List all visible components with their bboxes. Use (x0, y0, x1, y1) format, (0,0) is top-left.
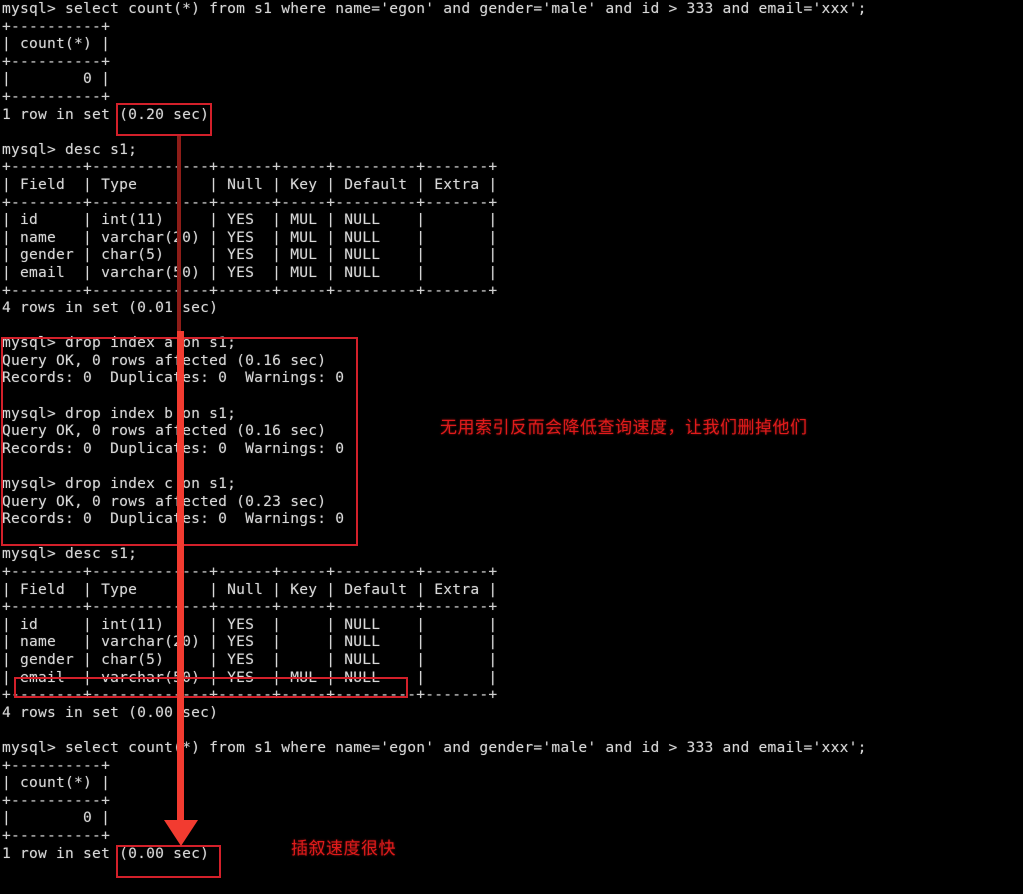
terminal-line: | Field | Type | Null | Key | Default | … (2, 175, 498, 193)
terminal-line: +--------+-------------+------+-----+---… (2, 193, 498, 211)
terminal-line: mysql> desc s1; (2, 545, 138, 563)
terminal-line: +----------+ (2, 17, 111, 35)
terminal-line: Query OK, 0 rows affected (0.23 sec) (2, 492, 327, 510)
terminal-line: 1 row in set (0.00 sec) (2, 844, 210, 862)
terminal-line: | name | varchar(20) | YES | | NULL | | (2, 633, 498, 651)
terminal-line: | gender | char(5) | YES | MUL | NULL | … (2, 246, 498, 264)
terminal-line: | Field | Type | Null | Key | Default | … (2, 580, 498, 598)
terminal-line: | email | varchar(50) | YES | MUL | NULL… (2, 263, 498, 281)
terminal-line: +--------+-------------+------+-----+---… (2, 281, 498, 299)
terminal-line: +--------+-------------+------+-----+---… (2, 563, 498, 580)
terminal-line: | 0 | (2, 70, 111, 88)
terminal-line: Records: 0 Duplicates: 0 Warnings: 0 (2, 439, 345, 457)
terminal-line: mysql> select count(*) from s1 where nam… (2, 738, 867, 756)
annotation-drop-indexes: 无用索引反而会降低查询速度，让我们删掉他们 (440, 418, 808, 438)
terminal-line: Records: 0 Duplicates: 0 Warnings: 0 (2, 510, 345, 528)
terminal-line: | count(*) | (2, 774, 111, 792)
terminal-line: +--------+-------------+------+-----+---… (2, 686, 498, 704)
terminal-line: +----------+ (2, 87, 111, 105)
terminal-line: | 0 | (2, 809, 111, 827)
terminal-line: mysql> drop index a on s1; (2, 334, 237, 352)
terminal-line: +----------+ (2, 826, 111, 844)
terminal-line: | gender | char(5) | YES | | NULL | | (2, 650, 498, 668)
terminal-line: +--------+-------------+------+-----+---… (2, 158, 498, 176)
terminal-line: | id | int(11) | YES | | NULL | | (2, 615, 498, 633)
terminal-line: | email | varchar(50) | YES | MUL | NULL… (2, 668, 498, 686)
terminal-line: | count(*) | (2, 35, 111, 53)
terminal-line: +--------+-------------+------+-----+---… (2, 598, 498, 616)
terminal-line: 1 row in set (0.20 sec) (2, 105, 210, 123)
terminal-line: Records: 0 Duplicates: 0 Warnings: 0 (2, 369, 345, 387)
terminal-line: Query OK, 0 rows affected (0.16 sec) (2, 351, 327, 369)
terminal-line: | name | varchar(20) | YES | MUL | NULL … (2, 228, 498, 246)
terminal-line: +----------+ (2, 756, 111, 774)
terminal-line: +----------+ (2, 791, 111, 809)
terminal-line: mysql> drop index c on s1; (2, 475, 237, 493)
terminal-line: 4 rows in set (0.01 sec) (2, 299, 219, 317)
terminal-line: 4 rows in set (0.00 sec) (2, 703, 219, 721)
terminal-window[interactable]: mysql> select count(*) from s1 where nam… (0, 0, 1023, 894)
terminal-line: | id | int(11) | YES | MUL | NULL | | (2, 211, 498, 229)
terminal-line: mysql> select count(*) from s1 where nam… (2, 0, 867, 17)
terminal-line: mysql> desc s1; (2, 140, 138, 158)
annotation-fast-query: 插叙速度很快 (291, 839, 396, 859)
terminal-line: +----------+ (2, 52, 111, 70)
